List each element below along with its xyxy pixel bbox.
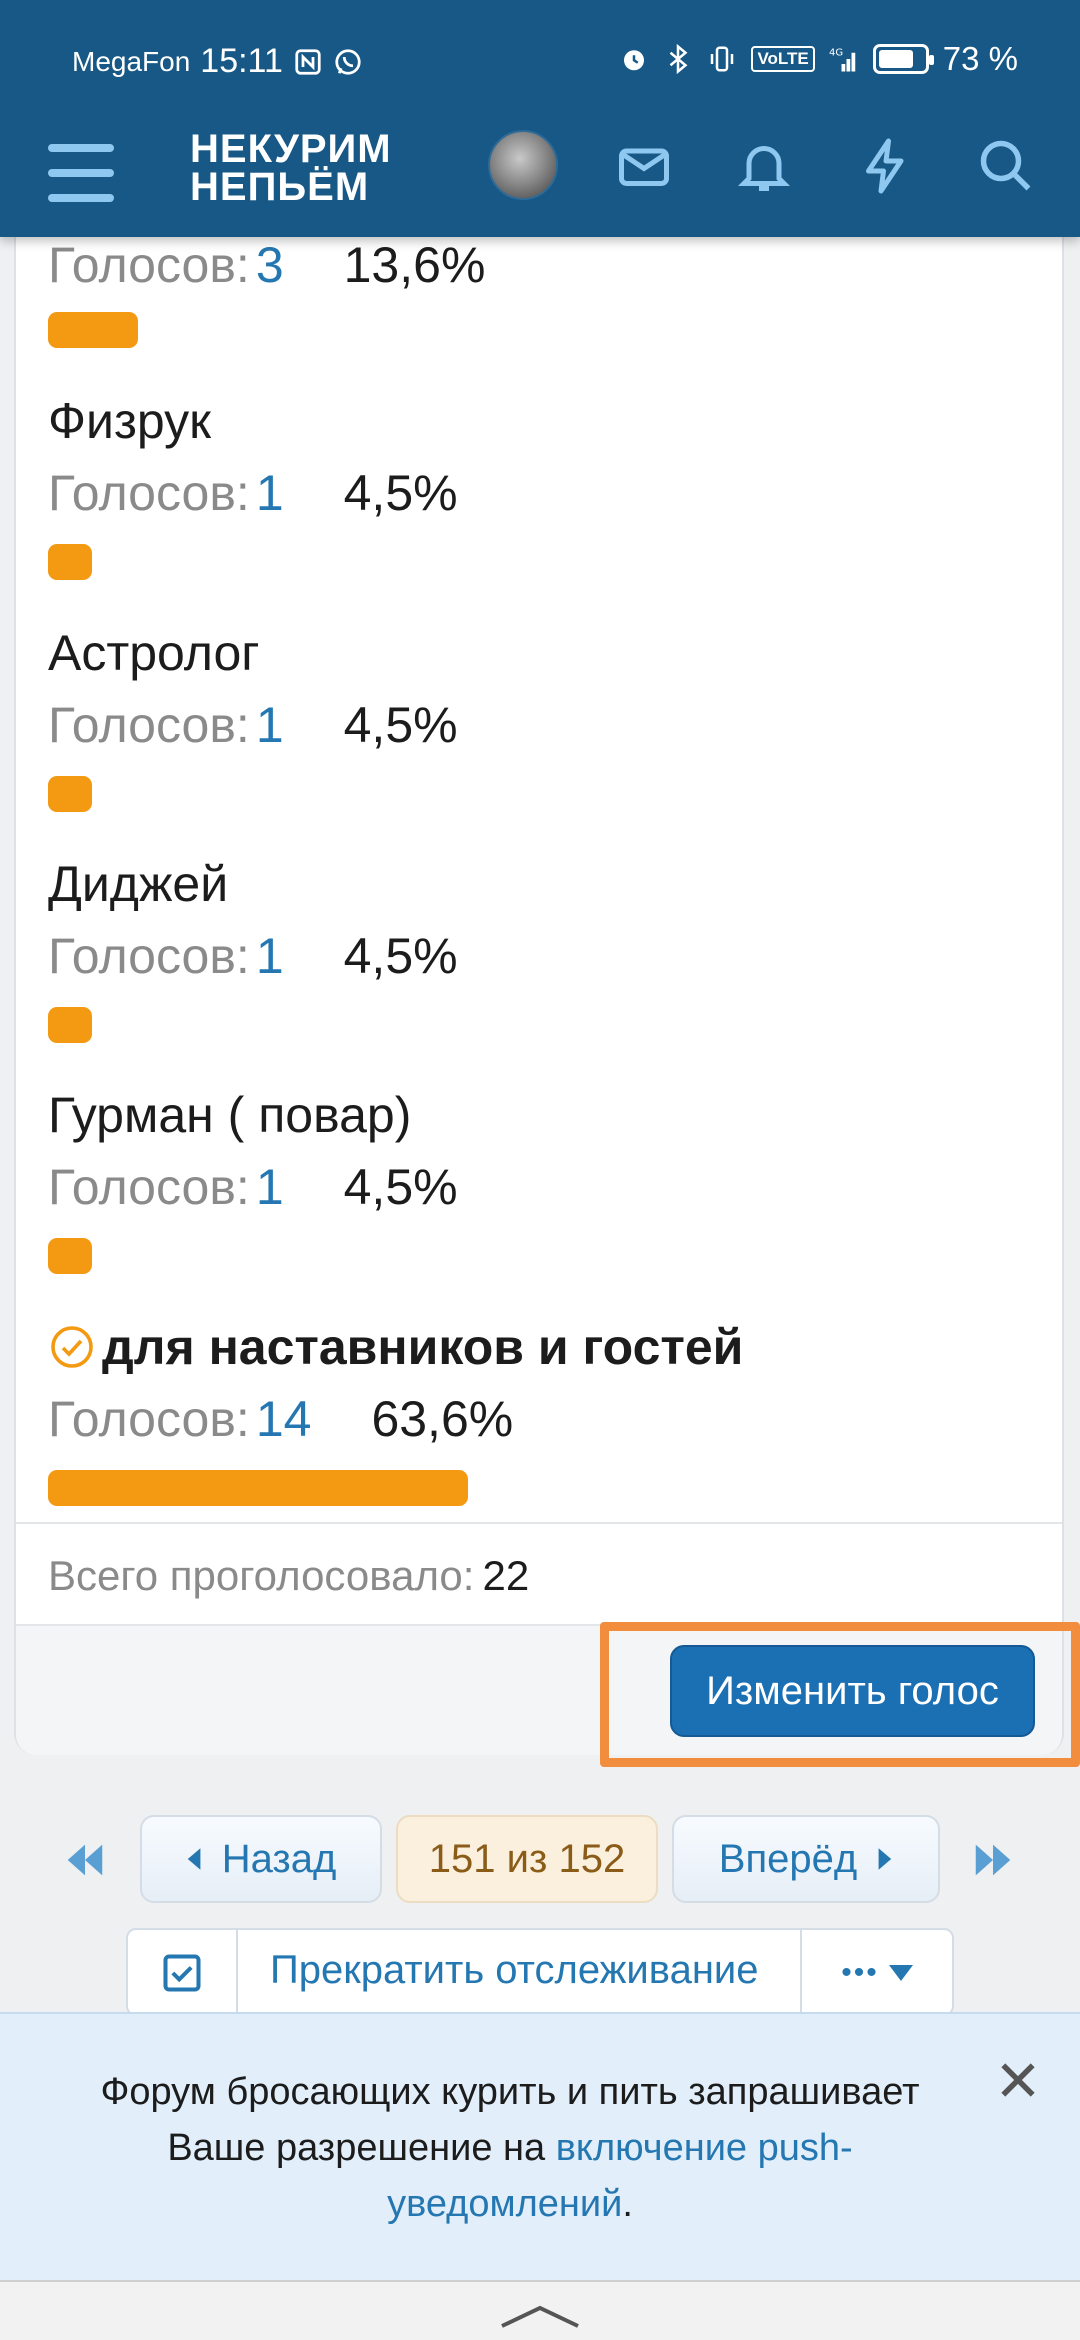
last-page-icon[interactable]	[970, 1837, 1016, 1883]
votes-percent: 4,5%	[343, 928, 458, 984]
hamburger-menu-icon[interactable]	[48, 142, 118, 204]
poll-option-name: Физрук	[48, 393, 211, 449]
votes-percent: 4,5%	[343, 465, 458, 521]
battery-level: 73 %	[942, 40, 1018, 77]
poll-option: Гурман ( повар) Голосов: 1 4,5%	[48, 1086, 458, 1216]
search-icon[interactable]	[976, 136, 1036, 196]
poll-option-name: для наставников и гостей	[102, 1319, 744, 1375]
votes-label: Голосов:	[48, 928, 250, 984]
poll-option-name: Диджей	[48, 856, 229, 912]
votes-label: Голосов:	[48, 237, 250, 293]
battery-icon	[872, 44, 934, 74]
chevron-up-icon[interactable]	[500, 2302, 580, 2330]
votes-percent: 4,5%	[343, 697, 458, 753]
votes-label: Голосов:	[48, 1159, 250, 1215]
poll-bar	[48, 1007, 92, 1043]
signal-icon: 4G	[829, 47, 856, 72]
votes-count[interactable]: 14	[256, 1391, 312, 1447]
prev-page-button[interactable]: Назад	[140, 1815, 382, 1903]
votes-label: Голосов:	[48, 697, 250, 753]
prev-label: Назад	[221, 1836, 337, 1881]
votes-percent: 13,6%	[343, 237, 486, 293]
poll-option: Астролог Голосов: 1 4,5%	[48, 624, 458, 754]
checkbox-icon	[163, 1954, 201, 1992]
bell-icon[interactable]	[734, 136, 794, 196]
logo-line-2: НЕПЬЁМ	[190, 165, 370, 209]
more-dots-icon: •••	[841, 1956, 879, 1989]
site-logo[interactable]: НЕКУРИМ НЕПЬЁМ	[190, 127, 392, 209]
volte-badge: VoLTE	[751, 46, 815, 72]
poll-option-selected: для наставников и гостей Голосов: 14 63,6%	[48, 1318, 743, 1448]
total-value: 22	[482, 1552, 530, 1599]
poll-option: Диджей Голосов: 1 4,5%	[48, 855, 458, 985]
status-bar: MegaFon 15:11 VoLTE 4G 73 %	[0, 0, 1080, 120]
vibrate-icon	[711, 46, 734, 72]
divider	[16, 1522, 1062, 1524]
votes-label: Голосов:	[48, 1391, 250, 1447]
votes-percent: 63,6%	[371, 1391, 514, 1447]
watch-toggle[interactable]	[128, 1930, 238, 2016]
votes-count[interactable]: 1	[256, 928, 284, 984]
check-circle-icon	[51, 1326, 93, 1368]
poll-results-card: Голосов: 3 13,6% Физрук Голосов: 1 4,5% Астр…	[14, 170, 1064, 1755]
votes-count[interactable]: 1	[256, 1159, 284, 1215]
nfc-icon	[295, 48, 321, 75]
close-icon[interactable]	[996, 2058, 1040, 2102]
push-permission-notice: Форум бросающих курить и пить запрашивае…	[0, 2012, 1080, 2280]
votes-count[interactable]: 1	[256, 465, 284, 521]
total-voters: Всего проголосовало: 22	[48, 1552, 529, 1600]
notice-text-after: .	[622, 2183, 633, 2225]
stop-watching-link[interactable]: Прекратить отслеживание	[270, 1948, 759, 1993]
top-bar: MegaFon 15:11 VoLTE 4G 73 % НЕКУРИМ НЕПЬ…	[0, 0, 1080, 237]
system-nav-bar	[0, 2280, 1080, 2340]
poll-bar	[48, 544, 92, 580]
chevron-down-icon	[888, 1965, 913, 1981]
votes-count[interactable]: 3	[256, 237, 284, 293]
mail-icon[interactable]	[614, 136, 674, 196]
avatar[interactable]	[488, 130, 558, 200]
poll-option-name: Астролог	[48, 625, 260, 681]
poll-option: Голосов: 3 13,6%	[48, 236, 485, 294]
votes-percent: 4,5%	[343, 1159, 458, 1215]
next-page-button[interactable]: Вперёд	[672, 1815, 940, 1903]
caret-left-icon	[187, 1848, 201, 1870]
votes-label: Голосов:	[48, 465, 250, 521]
next-label: Вперёд	[718, 1836, 858, 1881]
poll-bar	[48, 776, 92, 812]
poll-option: Физрук Голосов: 1 4,5%	[48, 392, 458, 522]
status-time: 15:11	[200, 42, 283, 80]
logo-line-1: НЕКУРИМ	[190, 127, 392, 171]
change-vote-button[interactable]: Изменить голос	[670, 1645, 1035, 1737]
current-page[interactable]: 151 из 152	[396, 1815, 658, 1903]
carrier-name: MegaFon	[72, 45, 191, 77]
notice-text: Форум бросающих курить и пить запрашивае…	[60, 2064, 960, 2232]
alarm-icon	[624, 50, 645, 71]
first-page-icon[interactable]	[62, 1837, 108, 1883]
total-label: Всего проголосовало:	[48, 1552, 475, 1599]
poll-bar	[48, 312, 138, 348]
votes-count[interactable]: 1	[256, 697, 284, 753]
svg-text:4G: 4G	[829, 47, 843, 58]
more-menu-button[interactable]: •••	[800, 1930, 952, 2016]
poll-bar	[48, 1238, 92, 1274]
pagination: Назад 151 из 152 Вперёд	[0, 1815, 1080, 1905]
poll-option-name: Гурман ( повар)	[48, 1087, 412, 1143]
bluetooth-icon	[670, 44, 688, 74]
watch-controls: Прекратить отслеживание •••	[126, 1928, 954, 2016]
caret-right-icon	[878, 1848, 892, 1870]
site-header: НЕКУРИМ НЕПЬЁМ	[0, 120, 1080, 237]
whatsapp-icon	[335, 48, 361, 75]
lightning-icon[interactable]	[856, 136, 916, 196]
poll-bar	[48, 1470, 468, 1506]
